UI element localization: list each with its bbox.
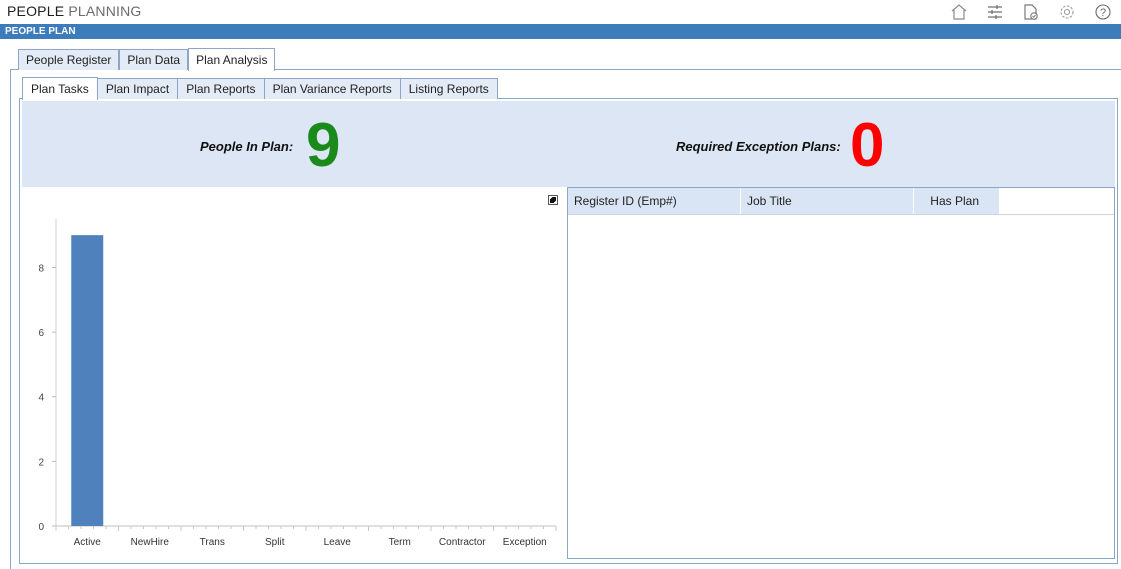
chart-expand-icon[interactable] xyxy=(548,195,558,205)
tab-plan-analysis[interactable]: Plan Analysis xyxy=(188,48,276,71)
required-exception-plans-label: Required Exception Plans: xyxy=(676,139,841,154)
summary-band: People In Plan: 9 Required Exception Pla… xyxy=(22,101,1115,187)
y-tick-label: 6 xyxy=(38,328,44,339)
tab-plan-variance-reports[interactable]: Plan Variance Reports xyxy=(264,78,401,99)
x-tick-label: Active xyxy=(74,537,102,548)
tab-listing-reports[interactable]: Listing Reports xyxy=(400,78,498,99)
tab-plan-reports[interactable]: Plan Reports xyxy=(178,78,265,99)
column-job-title[interactable]: Job Title xyxy=(741,188,914,214)
help-icon[interactable]: ? xyxy=(1085,0,1121,24)
x-tick-label: Split xyxy=(265,537,285,548)
x-tick-label: Term xyxy=(389,537,411,548)
x-tick-label: Trans xyxy=(200,537,225,548)
outer-frame-border xyxy=(10,69,11,569)
document-check-icon[interactable] xyxy=(1013,0,1049,24)
x-tick-label: Leave xyxy=(324,537,352,548)
tab-people-register[interactable]: People Register xyxy=(18,49,120,70)
grid-header: Register ID (Emp#) Job Title Has Plan xyxy=(568,188,1114,215)
people-in-plan-label: People In Plan: xyxy=(200,139,294,154)
people-grid[interactable]: Register ID (Emp#) Job Title Has Plan xyxy=(567,187,1115,559)
y-tick-label: 0 xyxy=(38,522,44,533)
svg-text:?: ? xyxy=(1100,7,1106,19)
app-title: PEOPLE PLANNING xyxy=(7,3,142,19)
tab-plan-data[interactable]: Plan Data xyxy=(119,49,189,70)
people-in-plan-value: 9 xyxy=(306,111,341,180)
column-has-plan[interactable]: Has Plan xyxy=(914,188,1000,214)
bar-active xyxy=(71,235,104,526)
app-title-part1: PEOPLE xyxy=(7,3,65,19)
home-icon[interactable] xyxy=(941,0,977,24)
y-tick-label: 4 xyxy=(38,393,44,404)
column-register-id[interactable]: Register ID (Emp#) xyxy=(568,188,741,214)
outer-tab-strip: People Register Plan Data Plan Analysis xyxy=(18,48,276,71)
top-toolbar: ? xyxy=(941,0,1121,24)
x-tick-label: Contractor xyxy=(439,537,486,548)
tab-plan-impact[interactable]: Plan Impact xyxy=(97,78,179,99)
required-exception-plans-value: 0 xyxy=(850,111,885,180)
tab-plan-tasks[interactable]: Plan Tasks xyxy=(22,77,98,100)
section-header: PEOPLE PLAN xyxy=(0,24,1121,39)
inner-tab-strip: Plan Tasks Plan Impact Plan Reports Plan… xyxy=(22,77,498,100)
x-tick-label: NewHire xyxy=(131,537,170,548)
x-tick-label: Exception xyxy=(503,537,547,548)
app-title-part2: PLANNING xyxy=(68,3,142,19)
gear-icon[interactable] xyxy=(1049,0,1085,24)
y-tick-label: 2 xyxy=(38,457,44,468)
bar-chart-svg: 0 2 4 6 8 Active NewHire Trans Split Leave Term Con… xyxy=(38,219,557,548)
sliders-icon[interactable] xyxy=(977,0,1013,24)
y-tick-label: 8 xyxy=(38,263,44,274)
plan-tasks-chart: 0 2 4 6 8 Active NewHire Trans Split Leave Term Con… xyxy=(22,189,566,559)
